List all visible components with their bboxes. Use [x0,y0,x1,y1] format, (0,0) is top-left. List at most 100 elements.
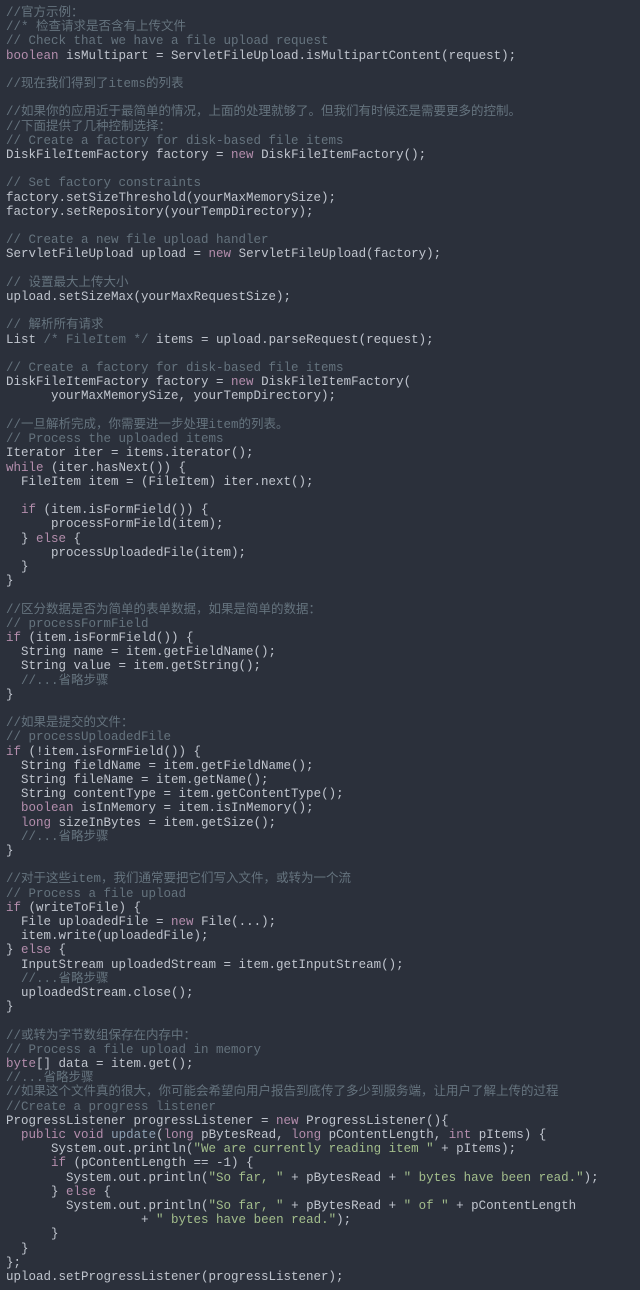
code-line: if (pContentLength == -1) { [6,1156,254,1170]
code-line: ProgressListener progressListener = new … [6,1114,449,1128]
code-token: processFormField(item); [6,517,224,531]
code-line: InputStream uploadedStream = item.getInp… [6,958,404,972]
code-line: uploadedStream.close(); [6,986,194,1000]
code-token: { [51,943,66,957]
code-token: } [6,560,29,574]
code-token: new [276,1114,299,1128]
code-line: // Create a factory for disk-based file … [6,134,344,148]
code-token: // Process a file upload in memory [6,1043,261,1057]
code-token: // 解析所有请求 [6,318,104,332]
code-token: // Create a factory for disk-based file … [6,134,344,148]
code-token: factory.setRepository(yourTempDirectory)… [6,205,314,219]
code-token: DiskFileItemFactory factory = [6,148,231,162]
code-line: FileItem item = (FileItem) iter.next(); [6,475,314,489]
code-token: new [231,148,254,162]
code-line: while (iter.hasNext()) { [6,461,186,475]
code-token [6,1128,21,1142]
code-line: //...省略步骤 [6,674,109,688]
code-token: public [21,1128,66,1142]
code-token: ProgressListener progressListener = [6,1114,276,1128]
code-token: }; [6,1256,21,1270]
code-token: Iterator iter = items.iterator(); [6,446,254,460]
code-line: List /* FileItem */ items = upload.parse… [6,333,434,347]
code-token: //* 检查请求是否含有上传文件 [6,20,186,34]
code-token: uploadedStream.close(); [6,986,194,1000]
code-line: // Create a factory for disk-based file … [6,361,344,375]
code-token: // Create a new file upload handler [6,233,269,247]
code-token [6,972,21,986]
code-line: } else { [6,532,81,546]
code-token: ProgressListener(){ [299,1114,449,1128]
code-line: System.out.println("We are currently rea… [6,1142,516,1156]
code-line: } [6,560,29,574]
code-line: //如果这个文件真的很大，你可能会希望向用户报告到底传了多少到服务端，让用户了解… [6,1085,559,1099]
code-token: long [21,816,51,830]
code-token: " bytes have been read." [156,1213,336,1227]
code-token: //如果这个文件真的很大，你可能会希望向用户报告到底传了多少到服务端，让用户了解… [6,1085,559,1099]
code-token: DiskFileItemFactory( [254,375,412,389]
code-token: upload.setProgressListener(progressListe… [6,1270,344,1284]
code-token: System.out.println( [6,1199,209,1213]
code-token: if [6,631,21,645]
code-token: processUploadedFile(item); [6,546,246,560]
code-token: // Check that we have a file upload requ… [6,34,329,48]
code-line: public void update(long pBytesRead, long… [6,1128,546,1142]
code-line: //Create a progress listener [6,1100,216,1114]
code-token: String fileName = item.getName(); [6,773,269,787]
code-token: isInMemory = item.isInMemory(); [74,801,314,815]
code-token: (pContentLength == -1) { [66,1156,254,1170]
code-line: //* 检查请求是否含有上传文件 [6,20,186,34]
code-token: // Process a file upload [6,887,186,901]
code-line: //下面提供了几种控制选择： [6,120,171,134]
code-token: [] data = item.get(); [36,1057,194,1071]
code-token: // Create a factory for disk-based file … [6,361,344,375]
code-token: System.out.println( [6,1142,194,1156]
code-token: update [111,1128,156,1142]
code-line: upload.setProgressListener(progressListe… [6,1270,344,1284]
code-token: + pBytesRead + [284,1171,404,1185]
code-line: } [6,1242,29,1256]
code-token: ( [156,1128,164,1142]
code-token: "So far, " [209,1171,284,1185]
code-token: //或转为字节数组保存在内存中： [6,1029,196,1043]
code-token: //如果你的应用近于最简单的情况，上面的处理就够了。但我们有时候还是需要更多的控… [6,105,521,119]
code-line: Iterator iter = items.iterator(); [6,446,254,460]
code-line: } [6,844,14,858]
code-token: /* FileItem */ [44,333,149,347]
code-line: // Process the uploaded items [6,432,224,446]
code-line: // Create a new file upload handler [6,233,269,247]
code-token: InputStream uploadedStream = item.getInp… [6,958,404,972]
code-line: //如果是提交的文件： [6,716,134,730]
code-line: //如果你的应用近于最简单的情况，上面的处理就够了。但我们有时候还是需要更多的控… [6,105,521,119]
code-line: String fieldName = item.getFieldName(); [6,759,314,773]
code-token: pBytesRead, [194,1128,292,1142]
code-token: "So far, " [209,1199,284,1213]
code-token: else [36,532,66,546]
code-line: upload.setSizeMax(yourMaxRequestSize); [6,290,291,304]
code-token: } [6,1000,14,1014]
code-token: + [6,1213,156,1227]
code-token: //Create a progress listener [6,1100,216,1114]
code-line: ServletFileUpload upload = new ServletFi… [6,247,441,261]
code-line: //或转为字节数组保存在内存中： [6,1029,196,1043]
code-token: } [6,943,21,957]
code-line: File uploadedFile = new File(...); [6,915,276,929]
code-line: // processFormField [6,617,149,631]
code-token: long [291,1128,321,1142]
code-line: if (item.isFormField()) { [6,631,194,645]
code-token: //现在我们得到了items的列表 [6,77,184,91]
code-line: processUploadedFile(item); [6,546,246,560]
code-token: + pContentLength [449,1199,577,1213]
code-token: if [6,745,21,759]
code-token: } [6,574,14,588]
code-token: // processFormField [6,617,149,631]
code-token [66,1128,74,1142]
code-line: String value = item.getString(); [6,659,261,673]
code-line: String fileName = item.getName(); [6,773,269,787]
code-line: //现在我们得到了items的列表 [6,77,184,91]
code-token: items = upload.parseRequest(request); [149,333,434,347]
code-token: if [51,1156,66,1170]
code-token: if [6,901,21,915]
code-token: } [6,1242,29,1256]
code-token [104,1128,112,1142]
